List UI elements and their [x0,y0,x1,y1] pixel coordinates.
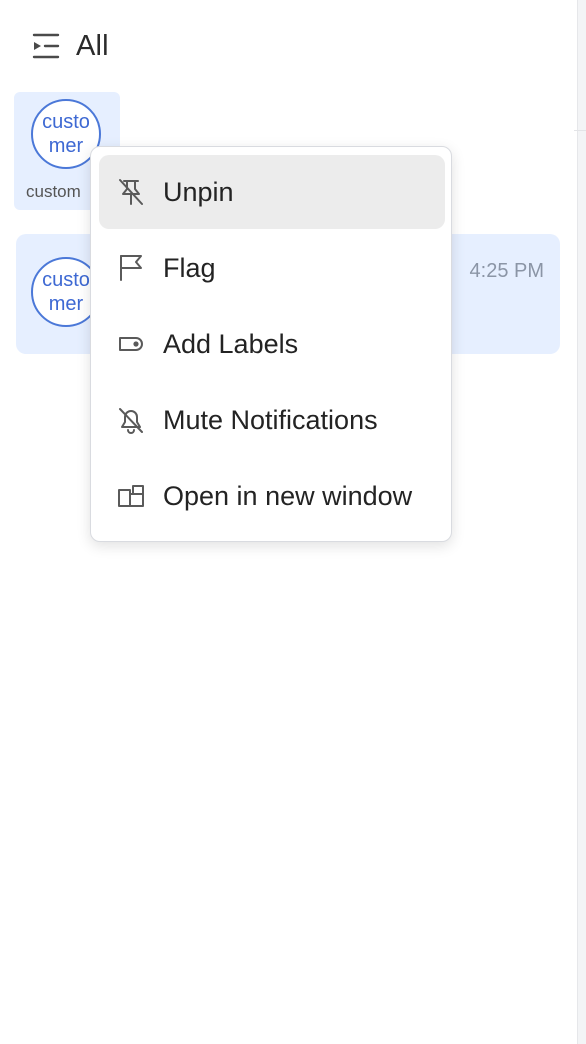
menu-item-label: Add Labels [163,328,299,359]
panel-edge [577,0,586,1044]
avatar-text: customer [42,269,90,315]
divider [574,130,586,131]
page-title[interactable]: All [76,30,109,63]
flag-icon [115,252,147,284]
chat-list-panel: All customer custom customer 4:25 PM Unp… [0,0,586,1044]
unpin-icon [115,176,147,208]
menu-item-open-new-window[interactable]: Open in new window [99,459,445,533]
menu-item-unpin[interactable]: Unpin [99,155,445,229]
open-window-icon [115,480,147,512]
menu-item-add-labels[interactable]: Add Labels [99,307,445,381]
menu-item-label: Mute Notifications [163,404,378,435]
list-header: All [32,28,109,64]
label-icon [115,328,147,360]
menu-item-label: Unpin [163,176,234,207]
menu-item-label: Flag [163,252,216,283]
list-filter-icon[interactable] [32,32,60,60]
avatar-text: customer [42,111,90,157]
conversation-time: 4:25 PM [469,260,544,282]
menu-item-flag[interactable]: Flag [99,231,445,305]
bell-off-icon [115,404,147,436]
context-menu: Unpin Flag Add Labels Mute Notifications… [90,146,452,542]
menu-item-mute-notifications[interactable]: Mute Notifications [99,383,445,457]
menu-item-label: Open in new window [163,480,413,511]
